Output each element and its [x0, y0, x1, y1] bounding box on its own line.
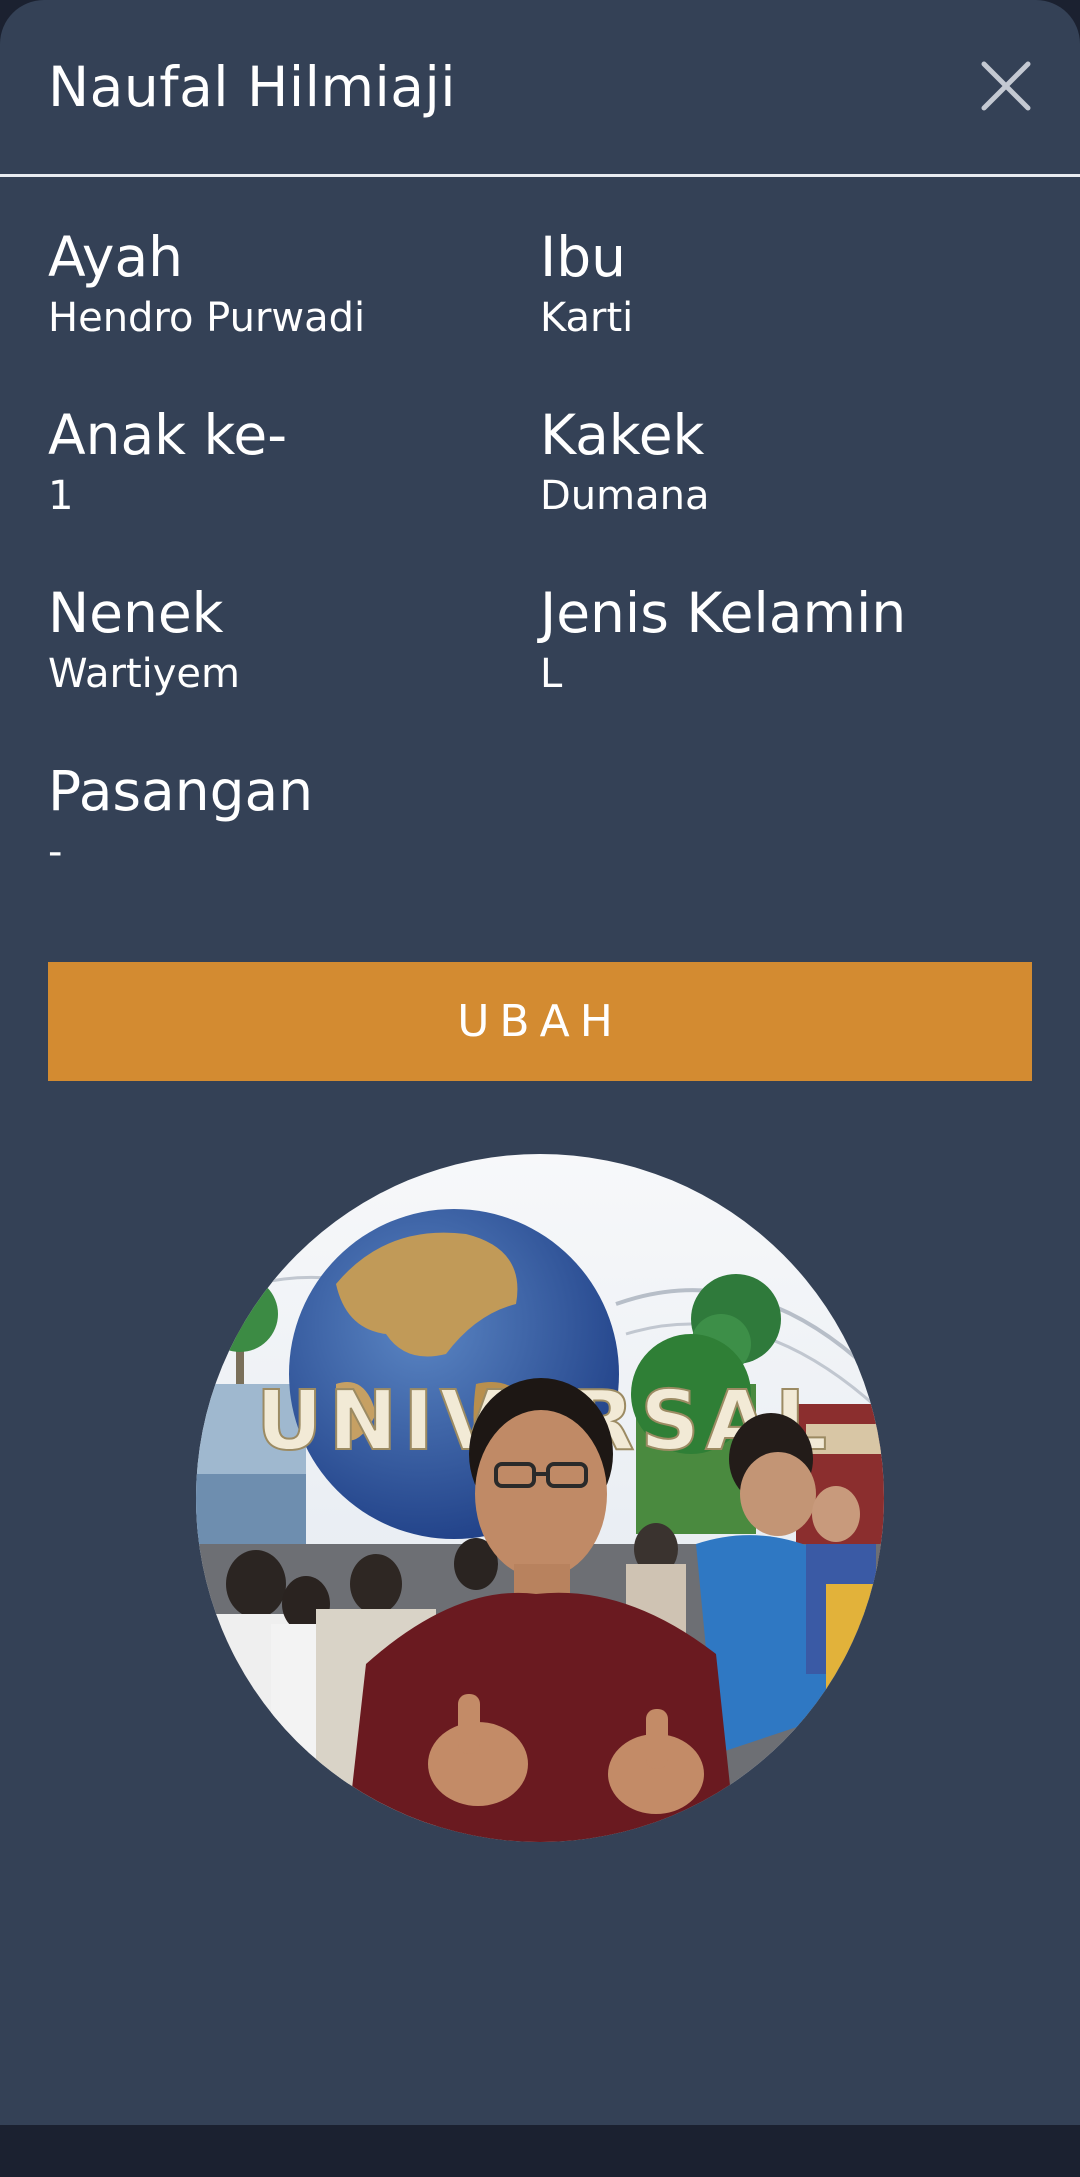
person-name-title: Naufal Hilmiaji — [48, 55, 457, 119]
field-value: Karti — [540, 295, 634, 341]
field-label: Nenek — [48, 581, 224, 645]
navigation-bar — [0, 2125, 1080, 2177]
field-value: Dumana — [540, 473, 710, 519]
field-label: Ayah — [48, 225, 184, 289]
modal-header: Naufal Hilmiaji — [0, 0, 1080, 176]
field-label: Pasangan — [48, 759, 314, 823]
field-value: L — [540, 651, 563, 697]
field-pasangan: Pasangan - — [48, 756, 528, 878]
header-divider — [0, 174, 1080, 177]
profile-modal: Naufal Hilmiaji Ayah Hendro Purwadi Ibu … — [0, 0, 1080, 2125]
close-button[interactable] — [976, 56, 1036, 116]
field-jenis-kelamin: Jenis Kelamin L — [540, 578, 1020, 700]
profile-photo-image: UNIVERSAL — [196, 1154, 884, 1842]
profile-photo: UNIVERSAL — [196, 1154, 884, 1842]
field-label: Ibu — [540, 225, 626, 289]
field-value: Wartiyem — [48, 651, 240, 697]
field-label: Jenis Kelamin — [540, 581, 907, 645]
field-nenek: Nenek Wartiyem — [48, 578, 528, 700]
field-label: Anak ke- — [48, 403, 288, 467]
field-value: - — [48, 829, 63, 875]
edit-button[interactable]: UBAH — [48, 962, 1032, 1081]
close-icon — [981, 61, 1031, 111]
field-ayah: Ayah Hendro Purwadi — [48, 222, 528, 344]
field-value: Hendro Purwadi — [48, 295, 366, 341]
field-kakek: Kakek Dumana — [540, 400, 1020, 522]
field-label: Kakek — [540, 403, 705, 467]
field-anak-ke: Anak ke- 1 — [48, 400, 528, 522]
field-value: 1 — [48, 473, 74, 519]
field-ibu: Ibu Karti — [540, 222, 1020, 344]
